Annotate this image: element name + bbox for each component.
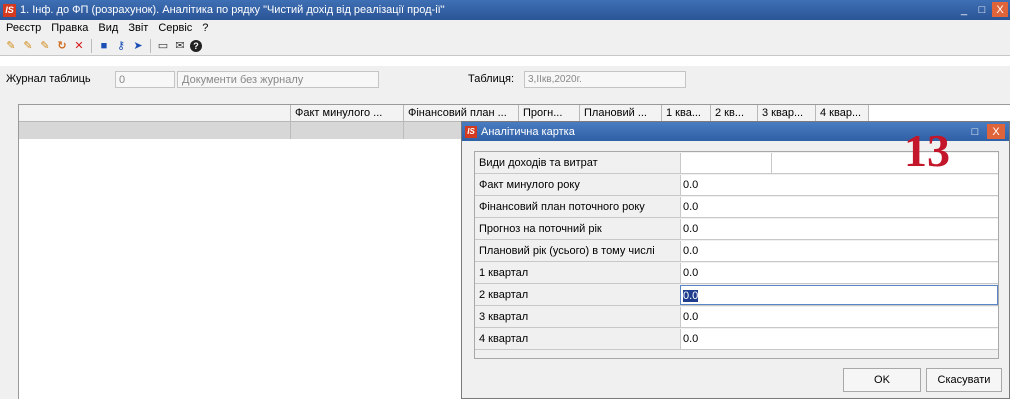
form-row-label: Факт минулого року — [479, 179, 580, 191]
mail-icon[interactable]: ✉ — [173, 39, 187, 53]
dialog-maximize-button[interactable]: □ — [966, 124, 984, 139]
form-row: Фінансовий план поточного року 0.0 — [475, 196, 998, 218]
table-label: Таблиця: — [468, 73, 515, 85]
grid-column-header[interactable] — [19, 105, 291, 122]
form-row-label: Види доходів та витрат — [479, 157, 598, 169]
selected-value[interactable]: 0.0 — [683, 290, 699, 302]
menu-item-view[interactable]: Вид — [98, 22, 118, 34]
form-row: 2 квартал 0.0 — [475, 284, 998, 306]
form-row: Факт минулого року 0.0 — [475, 174, 998, 196]
journal-number-field[interactable]: 0 — [115, 71, 175, 88]
last-year-fact-field[interactable]: 0.0 — [680, 175, 998, 195]
key-icon[interactable]: ⚷ — [114, 39, 128, 53]
menu-item-registry[interactable]: Реєстр — [6, 22, 41, 34]
form-row-label: Прогноз на поточний рік — [479, 223, 602, 235]
app-logo-icon: IS — [465, 125, 477, 138]
form-row-label: Фінансовий план поточного року — [479, 201, 645, 213]
form-row-label: 1 квартал — [479, 267, 529, 279]
quarter-3-field[interactable]: 0.0 — [680, 307, 998, 327]
save-icon[interactable]: ■ — [97, 39, 111, 53]
grid-column-header[interactable]: Прогн... — [519, 105, 580, 122]
delete-icon[interactable]: ✕ — [72, 39, 86, 53]
form-icon[interactable]: ▭ — [156, 39, 170, 53]
maximize-button[interactable]: □ — [974, 2, 990, 17]
table-cell[interactable] — [291, 122, 404, 139]
menu-item-edit[interactable]: Правка — [51, 22, 88, 34]
menu-item-help[interactable]: ? — [202, 22, 208, 34]
grid-header: Факт минулого ... Фінансовий план ... Пр… — [19, 105, 869, 122]
close-button[interactable]: X — [992, 2, 1008, 17]
quarter-4-field[interactable]: 0.0 — [680, 329, 998, 349]
form-row: 1 квартал 0.0 — [475, 262, 998, 284]
form-row: 3 квартал 0.0 — [475, 306, 998, 328]
window-title: 1. Інф. до ФП (розрахунок). Аналітика по… — [20, 4, 445, 16]
form-row: Плановий рік (усього) в тому числі 0.0 — [475, 240, 998, 262]
quarter-1-field[interactable]: 0.0 — [680, 263, 998, 283]
step-number-badge: 13 — [904, 125, 950, 176]
journal-label: Журнал таблиць — [6, 73, 91, 85]
form-row-label: Плановий рік (усього) в тому числі — [479, 245, 655, 257]
ok-button[interactable]: OK — [843, 368, 921, 392]
financial-plan-field[interactable]: 0.0 — [680, 197, 998, 217]
grid-column-header[interactable]: 2 кв... — [711, 105, 758, 122]
table-cell[interactable] — [19, 122, 291, 139]
new-folder-icon[interactable]: ✎ — [38, 39, 52, 53]
menu-bar: Реєстр Правка Вид Звіт Сервіс ? — [0, 20, 1010, 36]
form-row-label: 3 квартал — [479, 311, 529, 323]
quarter-2-field[interactable]: 0.0 — [680, 285, 998, 305]
help-icon[interactable]: ? — [190, 39, 202, 52]
toolbar-separator — [91, 38, 92, 53]
minimize-button[interactable]: _ — [956, 2, 972, 17]
arrow-icon[interactable]: ➤ — [131, 39, 145, 53]
analytic-form: Види доходів та витрат Факт минулого рок… — [474, 151, 999, 359]
cancel-button[interactable]: Скасувати — [926, 368, 1002, 392]
income-type-code-field[interactable] — [680, 153, 771, 173]
journal-document-field[interactable]: Документи без журналу — [177, 71, 379, 88]
menu-item-service[interactable]: Сервіс — [158, 22, 192, 34]
form-row: Прогноз на поточний рік 0.0 — [475, 218, 998, 240]
toolbar-separator — [150, 38, 151, 53]
refresh-icon[interactable]: ↻ — [55, 39, 69, 53]
app-logo-icon: IS — [3, 3, 16, 17]
grid-column-header[interactable]: Плановий ... — [580, 105, 662, 122]
journal-row: Журнал таблиць 0 Документи без журналу Т… — [0, 66, 1010, 92]
form-row-label: 4 квартал — [479, 333, 529, 345]
forecast-field[interactable]: 0.0 — [680, 219, 998, 239]
menu-item-report[interactable]: Звіт — [128, 22, 148, 34]
planned-year-total-field[interactable]: 0.0 — [680, 241, 998, 261]
income-type-name-field[interactable] — [771, 153, 998, 173]
grid-column-header[interactable]: 1 ква... — [662, 105, 711, 122]
window-titlebar[interactable]: IS 1. Інф. до ФП (розрахунок). Аналітика… — [0, 0, 1010, 20]
dialog-close-button[interactable]: X — [987, 124, 1005, 139]
grid-column-header[interactable]: Фінансовий план ... — [404, 105, 519, 122]
form-row: 4 квартал 0.0 — [475, 328, 998, 350]
form-row-label: 2 квартал — [479, 289, 529, 301]
dialog-title: Аналітична картка — [481, 125, 575, 138]
copy-icon[interactable]: ✎ — [21, 39, 35, 53]
toolbar: ✎ ✎ ✎ ↻ ✕ ■ ⚷ ➤ ▭ ✉ ? — [0, 36, 1010, 56]
grid-column-header[interactable]: Факт минулого ... — [291, 105, 404, 122]
grid-column-header[interactable]: 3 квар... — [758, 105, 816, 122]
new-icon[interactable]: ✎ — [4, 39, 18, 53]
grid-column-header[interactable]: 4 квар... — [816, 105, 869, 122]
table-field[interactable]: 3,IIкв,2020г. — [524, 71, 686, 88]
